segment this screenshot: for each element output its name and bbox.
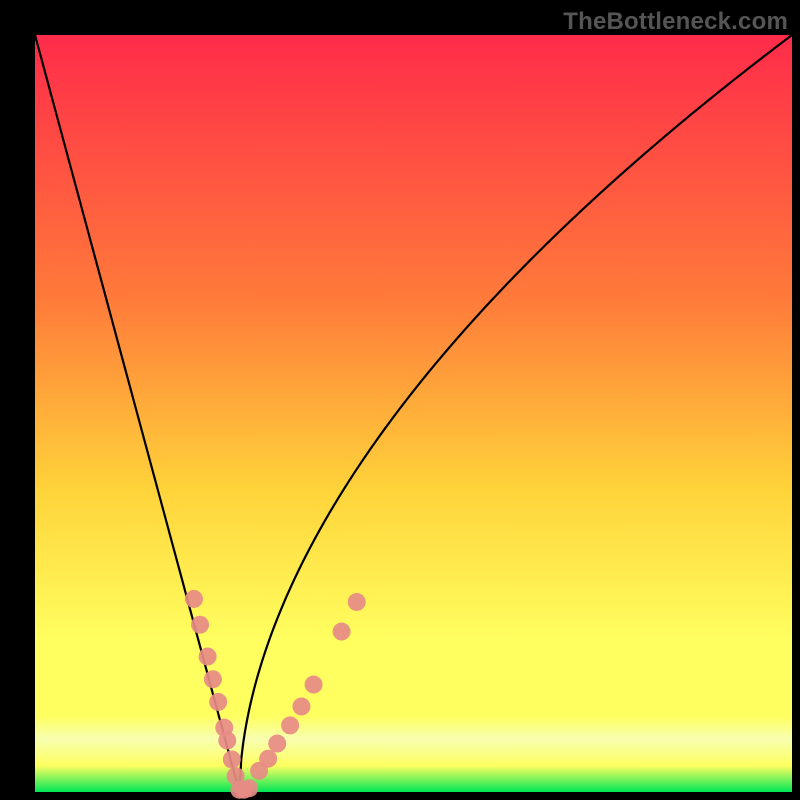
data-point bbox=[204, 670, 222, 688]
data-point bbox=[305, 676, 323, 694]
data-point bbox=[185, 590, 203, 608]
chart-frame: TheBottleneck.com bbox=[0, 0, 800, 800]
data-point bbox=[199, 648, 217, 666]
data-point bbox=[333, 623, 351, 641]
data-point bbox=[240, 779, 258, 797]
data-point bbox=[191, 616, 209, 634]
data-point bbox=[348, 593, 366, 611]
data-point bbox=[292, 697, 310, 715]
data-point bbox=[268, 735, 286, 753]
data-point bbox=[259, 750, 277, 768]
data-point bbox=[218, 732, 236, 750]
watermark-text: TheBottleneck.com bbox=[563, 8, 788, 36]
data-point bbox=[209, 693, 227, 711]
gradient-background bbox=[35, 35, 792, 792]
data-point bbox=[281, 716, 299, 734]
data-point bbox=[223, 750, 241, 768]
chart-svg bbox=[35, 35, 792, 792]
